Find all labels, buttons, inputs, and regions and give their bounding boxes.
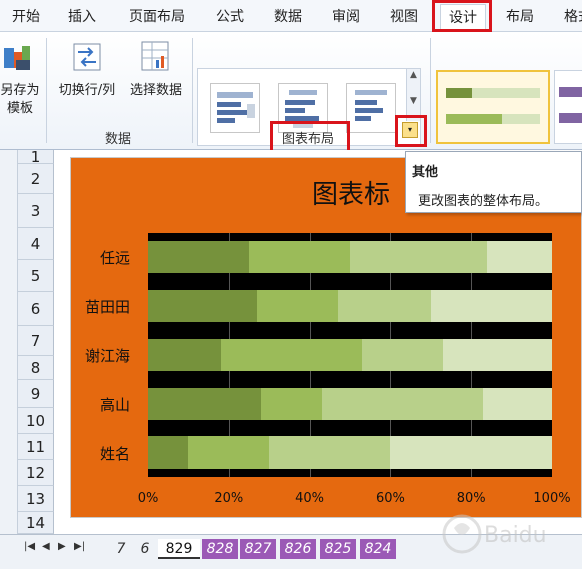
bar-segment[interactable] [148,338,221,372]
sheet-tab[interactable]: 829 [158,539,200,559]
group-label-data: 数据 [105,132,132,147]
row-header[interactable]: 10 [18,408,54,434]
bar-segment[interactable] [321,387,484,420]
tooltip-title: 其他 [412,165,439,180]
switch-row-column-button[interactable]: 切换行/列 [52,82,122,100]
row-header[interactable]: 3 [18,194,54,228]
ribbon-panel: 另存为 模板 切换行/列 选择数据 数据 ▲ ▼ ▾ 图表布局 [0,32,582,153]
tab-5[interactable]: 审阅 [326,4,366,30]
bar-segment[interactable] [269,436,391,469]
x-tick-label: 0% [137,491,159,506]
bar-segment[interactable] [220,338,363,372]
save-as-template-icon[interactable] [2,44,32,72]
row-header[interactable]: 6 [18,292,54,326]
more-layouts-tooltip: 其他 更改图表的整体布局。 [405,151,582,213]
svg-text:Baidu: Baidu [484,523,547,548]
tab-3[interactable]: 公式 [210,4,250,30]
bar-segment[interactable] [148,290,258,323]
tooltip-body: 更改图表的整体布局。 [418,194,549,209]
row-header[interactable]: 1 [18,150,54,165]
sheet-tab[interactable]: 825 [320,539,356,559]
category-label: 高山 [99,395,130,414]
switch-row-column-icon[interactable] [72,42,102,72]
sheet-tab[interactable]: 826 [280,539,316,559]
bar-segment[interactable] [261,387,322,420]
plot-area[interactable] [148,233,552,477]
x-tick-label: 100% [533,491,571,506]
category-label: 姓名 [99,444,130,463]
first-sheet-icon[interactable]: |◀ [24,541,35,552]
bar-segment[interactable] [430,290,552,323]
chart-title[interactable]: 图表标 [312,174,390,211]
bar-segment[interactable] [148,436,189,469]
tab-4[interactable]: 数据 [268,4,308,30]
tab-1[interactable]: 插入 [62,4,102,30]
bar-segment[interactable] [249,241,350,274]
watermark-logo: Baidu [440,508,582,562]
select-data-icon[interactable] [140,40,170,72]
design-tab-highlight [432,0,492,32]
gallery-scroll-up-button[interactable]: ▲ [406,69,420,95]
row-header[interactable]: 5 [18,260,54,292]
sheet-tab[interactable]: 828 [202,539,238,559]
sheet-tab[interactable]: 824 [360,539,396,559]
x-tick-label: 20% [214,491,244,506]
bar-segment[interactable] [362,338,443,372]
row-header[interactable]: 2 [18,164,54,194]
prev-sheet-icon[interactable]: ◀ [42,541,50,552]
bar-segment[interactable] [390,436,552,469]
bar-segment[interactable] [148,387,262,420]
tab-8[interactable]: 布局 [500,4,540,30]
category-label: 谢江海 [84,347,130,365]
chart-layout-thumb-3[interactable] [346,83,396,133]
tab-6[interactable]: 视图 [384,4,424,30]
bar-segment[interactable] [487,241,552,274]
row-header[interactable]: 9 [18,380,54,408]
more-button-highlight [395,115,427,147]
ribbon-tab-bar: 开始插入页面布局公式数据审阅视图设计布局格式 [0,0,582,32]
bar-segment[interactable] [337,290,431,323]
chart-style-thumb-1[interactable] [436,70,550,144]
tab-9[interactable]: 格式 [558,4,582,30]
bar-segment[interactable] [442,338,552,372]
next-sheet-icon[interactable]: ▶ [58,541,66,552]
x-tick-label: 40% [295,491,325,506]
last-sheet-icon[interactable]: ▶| [74,541,85,552]
row-header[interactable]: 11 [18,434,54,460]
sheet-tab[interactable]: 7 [110,539,132,559]
bar-segment[interactable] [350,241,488,274]
bar-segment[interactable] [483,387,552,420]
tab-0[interactable]: 开始 [6,4,46,30]
x-tick-label: 60% [375,491,405,506]
chart-layout-thumb-1[interactable] [210,83,260,133]
row-header[interactable]: 14 [18,512,54,534]
row-header[interactable]: 13 [18,486,54,512]
row-header[interactable]: 8 [18,356,54,380]
select-data-button[interactable]: 选择数据 [124,82,188,100]
chart-styles-gallery[interactable] [436,70,582,144]
row-header[interactable]: 7 [18,326,54,356]
row-header[interactable]: 12 [18,460,54,486]
save-as-template-button[interactable]: 另存为 模板 [0,82,40,118]
x-tick-label: 80% [456,491,486,506]
row-header[interactable]: 4 [18,228,54,260]
sheet-tab[interactable]: 827 [240,539,276,559]
category-label: 任远 [99,249,130,268]
tab-2[interactable]: 页面布局 [120,4,194,30]
chart-style-thumb-2[interactable] [554,70,582,144]
chart-layout-label-highlight [270,121,350,153]
bar-segment[interactable] [148,241,249,274]
sheet-tab[interactable]: 6 [134,539,156,559]
category-label: 苗田田 [84,298,130,317]
bar-segment[interactable] [188,436,270,469]
bar-segment[interactable] [257,290,338,323]
